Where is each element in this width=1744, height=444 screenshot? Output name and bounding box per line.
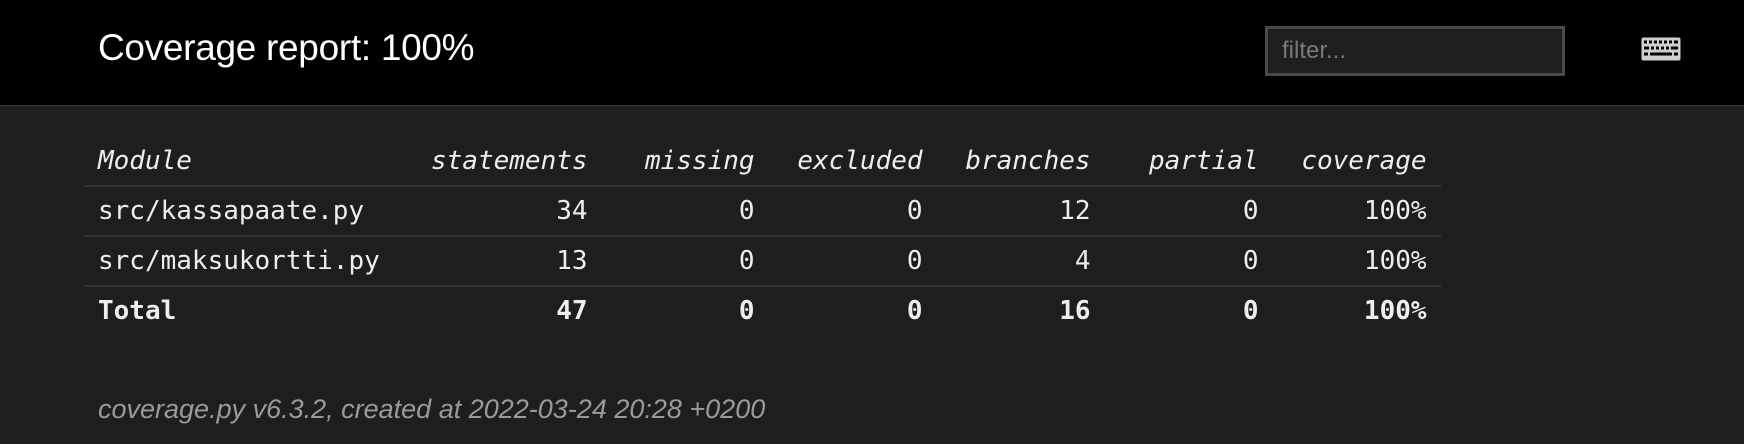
column-header-statements[interactable]: statements — [417, 136, 602, 187]
cell-statements: 34 — [417, 186, 602, 237]
total-excluded: 0 — [906, 296, 923, 326]
cell-excluded: 0 — [768, 186, 937, 237]
cell-coverage: 100% — [1272, 186, 1441, 237]
footer-created-note: coverage.py v6.3.2, created at 2022-03-2… — [98, 394, 766, 424]
module-link[interactable]: src/maksukortti.py — [84, 236, 417, 287]
cell-missing: 0 — [601, 186, 769, 237]
filter-input[interactable] — [1265, 26, 1565, 76]
cell-excluded: 0 — [768, 236, 937, 287]
cell-branches: 4 — [936, 236, 1105, 287]
table-row: src/kassapaate.py 34 0 0 12 0 100% — [84, 186, 1441, 237]
cell-partial: 0 — [1104, 186, 1273, 237]
column-header-branches[interactable]: branches — [936, 136, 1105, 187]
total-branches: 16 — [1059, 296, 1091, 326]
keyboard-icon[interactable] — [1641, 37, 1681, 61]
cell-branches: 12 — [936, 186, 1105, 237]
column-header-excluded[interactable]: excluded — [768, 136, 937, 187]
cell-coverage: 100% — [1272, 236, 1441, 287]
column-header-module[interactable]: Module — [84, 136, 417, 187]
total-missing: 0 — [738, 296, 755, 326]
cell-statements: 13 — [417, 236, 602, 287]
header: Coverage report: 100% — [0, 0, 1744, 106]
total-statements: 47 — [556, 296, 588, 326]
total-label: Total — [98, 296, 177, 326]
cell-partial: 0 — [1104, 236, 1273, 287]
table-header-row: Module statements missing excluded branc… — [84, 136, 1441, 187]
total-coverage: 100% — [1363, 296, 1427, 326]
cell-missing: 0 — [601, 236, 769, 287]
table-row: src/maksukortti.py 13 0 0 4 0 100% — [84, 236, 1441, 287]
column-header-coverage[interactable]: coverage — [1272, 136, 1441, 187]
module-link[interactable]: src/kassapaate.py — [84, 186, 417, 237]
column-header-partial[interactable]: partial — [1104, 136, 1273, 187]
coverage-table: Module statements missing excluded branc… — [84, 136, 1441, 335]
total-partial: 0 — [1242, 296, 1259, 326]
total-row: Total 47 0 0 16 0 100% — [84, 286, 1441, 335]
page-title: Coverage report: 100% — [98, 27, 475, 68]
column-header-missing[interactable]: missing — [601, 136, 769, 187]
